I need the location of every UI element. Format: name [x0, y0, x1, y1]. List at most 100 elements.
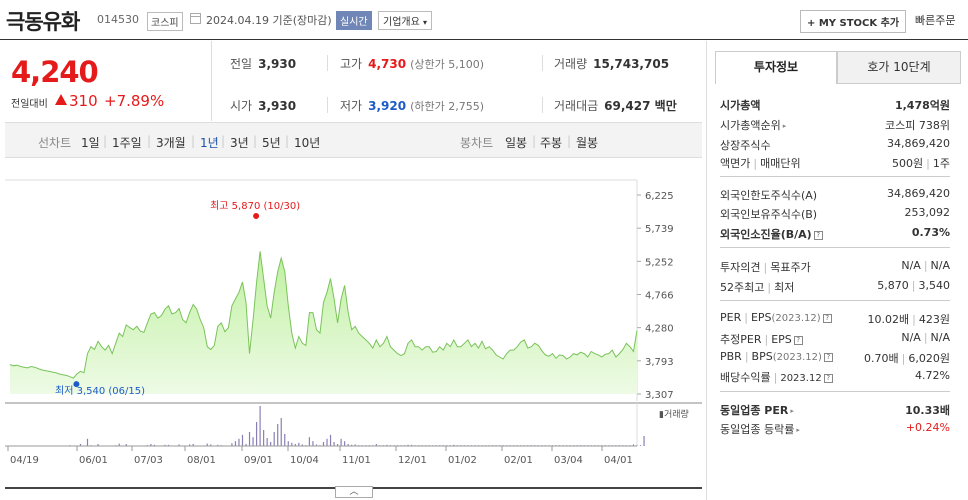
- prev-close: 전일 3,930: [230, 55, 296, 72]
- company-overview-dropdown[interactable]: 기업개요 ▾: [378, 11, 433, 30]
- x-tick-label: 10/04: [290, 455, 319, 466]
- x-tick-label: 11/01: [342, 455, 371, 466]
- divider: [720, 247, 950, 248]
- date-basis: 기준(장마감): [272, 14, 332, 27]
- tab-investment-info[interactable]: 투자정보: [715, 51, 837, 84]
- help-icon[interactable]: ?: [823, 373, 833, 383]
- tab-1d[interactable]: 1일: [81, 134, 100, 151]
- par-label: 액면가: [720, 157, 751, 170]
- divider: |: [221, 134, 226, 148]
- cap-rank-label: 시가총액순위: [720, 119, 781, 132]
- tab-daily[interactable]: 일봉: [505, 134, 527, 151]
- candle-chart-label: 봉차트: [460, 136, 494, 150]
- help-icon[interactable]: ?: [793, 335, 803, 345]
- target-label: 목표주가: [770, 261, 811, 274]
- divider: |: [147, 134, 152, 148]
- price-chart-svg[interactable]: 6,225 5,739 5,252 4,766 4,280 3,793 3,307 최고 5,…: [5, 158, 702, 490]
- pbr-bps-year: (2023.12): [772, 352, 822, 363]
- unit-value: 1주: [932, 157, 950, 170]
- open-value: 3,930: [258, 99, 297, 113]
- x-tick-label: 01/02: [448, 455, 477, 466]
- per-value: 10.02배: [867, 313, 910, 326]
- tab-3m[interactable]: 3개월: [156, 134, 186, 151]
- base-date: 2024.04.19 기준(장마감): [206, 12, 332, 28]
- quick-order-link[interactable]: 빠른주문: [915, 12, 955, 28]
- x-tick-label: 02/01: [504, 455, 533, 466]
- current-price: 4,240: [11, 55, 99, 89]
- y-tick-label: 5,739: [645, 224, 674, 235]
- trade-amount: 거래대금 69,427 백만: [554, 97, 677, 114]
- help-icon[interactable]: ?: [822, 313, 832, 323]
- low-label: 저가: [340, 99, 363, 113]
- dividend-label: 배당수익률: [720, 371, 771, 384]
- change-value: 310: [69, 92, 98, 110]
- tab-3y[interactable]: 3년: [230, 134, 249, 151]
- help-icon[interactable]: ?: [813, 230, 823, 240]
- per-label: PER: [720, 311, 742, 324]
- volume: 거래량 15,743,705: [554, 55, 669, 72]
- volume-label: ▮거래량: [659, 408, 689, 420]
- prev-value: 3,930: [258, 57, 297, 71]
- eps-label: EPS: [750, 311, 772, 324]
- sector-change-label: 동일업종 등락률: [720, 423, 795, 436]
- y-tick-label: 6,225: [645, 191, 674, 202]
- par-value: 500원: [892, 157, 924, 170]
- est-eps-value: N/A: [930, 331, 950, 344]
- collapse-chevron-icon[interactable]: ︿: [335, 486, 373, 498]
- tab-1y[interactable]: 1년: [200, 134, 219, 151]
- y-tick-label: 3,793: [645, 357, 674, 368]
- realtime-badge[interactable]: 실시간: [336, 11, 372, 30]
- x-tick-label: 04/01: [604, 455, 633, 466]
- add-mystock-button[interactable]: + MY STOCK 추가: [800, 10, 907, 33]
- x-tick-label: 09/01: [244, 455, 273, 466]
- tab-monthly[interactable]: 월봉: [576, 134, 598, 151]
- foreign-hold-value: 253,092: [904, 206, 951, 219]
- info-tabs: 투자정보 호가 10단계: [715, 51, 961, 84]
- price-summary: 4,240 전일대비 310 +7.89%: [5, 41, 212, 121]
- est-per-value: N/A: [901, 331, 921, 344]
- per-eps-year: (2023.12): [771, 313, 821, 324]
- volume-value: 15,743,705: [593, 57, 670, 71]
- 52wk-high-value: 5,870: [877, 279, 909, 292]
- tab-10y[interactable]: 10년: [294, 134, 320, 151]
- low-value: 3,920: [368, 99, 407, 113]
- unit-label: 매매단위: [760, 157, 801, 170]
- divider: |: [103, 134, 108, 148]
- x-tick-label: 06/01: [79, 455, 108, 466]
- chevron-right-icon: ▸: [796, 426, 800, 434]
- divider: [327, 97, 328, 113]
- date-value: 2024.04.19: [206, 14, 269, 27]
- price-chart[interactable]: 6,225 5,739 5,252 4,766 4,280 3,793 3,307 최고 5,…: [5, 158, 702, 490]
- stock-header: 극동유화 014530 코스피 2024.04.19 기준(장마감) 실시간 기…: [0, 0, 968, 40]
- pbr-value: 0.70배: [864, 352, 899, 365]
- price-stats: 전일 3,930 고가 4,730 (상한가 5,100) 거래량 15,743,705…: [212, 41, 702, 121]
- divider: [720, 176, 950, 177]
- help-icon[interactable]: ?: [823, 352, 833, 362]
- shares-value: 34,869,420: [887, 137, 950, 150]
- high-price: 고가 4,730 (상한가 5,100): [340, 55, 484, 72]
- tab-orderbook[interactable]: 호가 10단계: [837, 51, 961, 84]
- divider: |: [567, 134, 572, 148]
- sector-change-value: +0.24%: [905, 421, 950, 434]
- low-price: 저가 3,920 (하한가 2,755): [340, 97, 484, 114]
- 52wk-low-value: 3,540: [918, 279, 951, 292]
- amount-label: 거래대금: [554, 99, 599, 113]
- investment-info-panel: 투자정보 호가 10단계 시가총액 1,478억원 시가총액순위 ▸ 코스피 73…: [706, 41, 968, 500]
- lower-limit: (하한가 2,755): [410, 100, 484, 113]
- price-area-fill: [10, 251, 637, 394]
- tab-weekly[interactable]: 주봉: [540, 134, 562, 151]
- divider: |: [532, 134, 537, 148]
- tab-1w[interactable]: 1주일: [112, 134, 142, 151]
- y-tick-label: 4,766: [645, 291, 674, 302]
- tab-5y[interactable]: 5년: [262, 134, 281, 151]
- change-label: 전일대비: [11, 99, 48, 110]
- divider: [542, 55, 543, 71]
- upper-limit: (상한가 5,100): [410, 58, 484, 71]
- volume-label: 거래량: [554, 57, 588, 71]
- pbr-label: PBR: [720, 350, 742, 363]
- y-tick-label: 4,280: [645, 324, 674, 335]
- stock-name: 극동유화: [6, 10, 80, 34]
- est-per-label: 추정PER: [720, 333, 762, 346]
- target-value: N/A: [930, 259, 950, 272]
- eps-value: 423원: [918, 313, 950, 326]
